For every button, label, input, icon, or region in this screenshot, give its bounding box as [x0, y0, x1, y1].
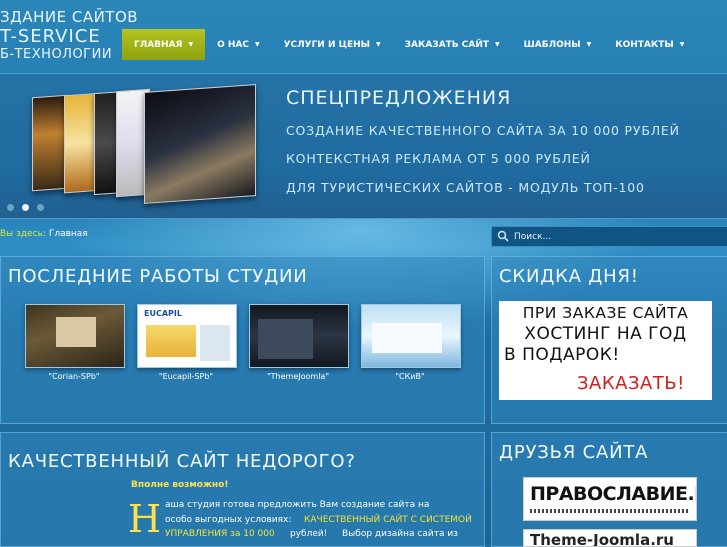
thumb-logo-text: EUCAPIL	[144, 309, 182, 318]
caret-down-icon: ▼	[254, 41, 260, 48]
main-nav: ГЛАВНАЯ ▼ О НАС ▼ УСЛУГИ И ЦЕНЫ ▼ ЗАКАЗАТЬ …	[122, 29, 696, 60]
logo-line-1: ЗДАНИЕ САЙТОВ	[0, 8, 139, 26]
slide-line: ДЛЯ ТУРИСТИЧЕСКИХ САЙТОВ - МОДУЛЬ ТОП-10…	[286, 180, 645, 195]
site-logo[interactable]: ЗДАНИЕ САЙТОВ T-SERVICE Б-ТЕХНОЛОГИИ	[0, 0, 138, 70]
discount-banner[interactable]: ПРИ ЗАКАЗЕ САЙТА ХОСТИНГ НА ГОД В ПОДАРО…	[499, 301, 712, 400]
friend-banner-pravoslavie[interactable]: ПРАВОСЛАВИЕ.RU	[523, 477, 697, 521]
banner-line: ПРИ ЗАКАЗЕ САЙТА	[522, 304, 689, 322]
caret-down-icon: ▼	[495, 41, 500, 48]
intro-text: особо выгодных условиях:	[165, 515, 292, 525]
caret-down-icon: ▼	[586, 41, 592, 48]
nav-item-templates[interactable]: ШАБЛОНЫ ▼	[512, 29, 604, 60]
intro-text: Выбор дизайна сайта из	[342, 529, 458, 539]
work-thumbnail-image[interactable]	[361, 304, 461, 368]
intro-text: аша студия готова предложить Вам создани…	[165, 500, 430, 510]
slider-dot[interactable]	[7, 204, 14, 211]
search-icon	[497, 230, 509, 242]
quality-subtitle: Вполне возможно!	[131, 480, 229, 490]
search-input[interactable]	[512, 228, 716, 245]
friend-banner-text: ПРАВОСЛАВИЕ.RU	[530, 483, 696, 505]
caret-down-icon: ▼	[376, 41, 381, 48]
work-caption[interactable]: "ThemeJoomla"	[243, 372, 353, 381]
breadcrumb-current: Главная	[48, 229, 88, 239]
order-link[interactable]: ЗАКАЗАТЬ!	[577, 373, 685, 394]
work-caption[interactable]: "СКиВ"	[355, 372, 465, 381]
slider-dot-active[interactable]	[22, 204, 29, 211]
thumb-content-image	[56, 317, 96, 347]
nav-item-services[interactable]: УСЛУГИ И ЦЕНЫ ▼	[272, 29, 393, 60]
nav-item-home[interactable]: ГЛАВНАЯ ▼	[122, 29, 206, 60]
intro-text: рублей!	[290, 529, 328, 539]
slide-line: КОНТЕКСТНАЯ РЕКЛАМА ОТ 5 000 РУБЛЕЙ	[286, 151, 591, 166]
nav-item-label: ШАБЛОНЫ	[523, 40, 581, 50]
nav-item-label: УСЛУГИ И ЦЕНЫ	[283, 40, 370, 50]
thumb-content-image	[146, 325, 196, 357]
thumb-content-image	[200, 325, 230, 361]
work-thumbnail-image[interactable]	[249, 304, 349, 368]
nav-item-about[interactable]: О НАС ▼	[205, 29, 272, 60]
logo-line-2: T-SERVICE	[0, 26, 101, 47]
nav-item-order[interactable]: ЗАКАЗАТЬ САЙТ ▼	[393, 29, 512, 60]
slide-screenshot-image	[144, 84, 256, 204]
friends-title: ДРУЗЬЯ САЙТА	[499, 442, 649, 463]
intro-highlight-link[interactable]: УПРАВЛЕНИЯ за 10 000	[165, 529, 275, 539]
work-caption[interactable]: "Corian-SPb"	[19, 372, 129, 381]
quality-title: КАЧЕСТВЕННЫЙ САЙТ НЕДОРОГО?	[8, 451, 356, 472]
caret-down-icon: ▼	[679, 41, 685, 48]
friend-banner-themejoomla[interactable]: Theme-Joomla.ru	[523, 529, 697, 547]
banner-line: В ПОДАРОК!	[504, 345, 620, 365]
nav-item-label: КОНТАКТЫ	[615, 40, 674, 50]
slider-dot[interactable]	[37, 204, 44, 211]
breadcrumb-prefix: Вы здесь:	[0, 229, 46, 239]
intro-highlight-link[interactable]: КАЧЕСТВЕННЫЙ САЙТ С СИСТЕМОЙ	[304, 515, 472, 525]
banner-line: ХОСТИНГ НА ГОД	[524, 324, 687, 344]
works-title: ПОСЛЕДНИЕ РАБОТЫ СТУДИИ	[8, 266, 308, 287]
discount-title: СКИДКА ДНЯ!	[499, 266, 639, 287]
nav-item-label: ЗАКАЗАТЬ САЙТ	[404, 40, 490, 50]
slide-screenshot-image	[32, 94, 68, 192]
search-box	[491, 226, 727, 247]
caret-down-icon: ▼	[188, 41, 194, 48]
thumb-content-image	[372, 323, 442, 353]
dropcap-letter: Н	[128, 497, 162, 541]
work-caption[interactable]: "Eucapil-SPb"	[131, 372, 241, 381]
promo-slider: СПЕЦПРЕДЛОЖЕНИЯ СОЗДАНИЕ КАЧЕСТВЕННОГО С…	[0, 73, 727, 219]
breadcrumb: Вы здесь: Главная	[0, 229, 88, 239]
thumb-content-image	[258, 319, 313, 359]
nav-item-contacts[interactable]: КОНТАКТЫ ▼	[603, 29, 696, 60]
work-thumbnail-image[interactable]: EUCAPIL	[137, 304, 237, 368]
slide-title: СПЕЦПРЕДЛОЖЕНИЯ	[286, 87, 512, 109]
work-thumbnail-image[interactable]	[25, 304, 125, 368]
nav-item-label: ГЛАВНАЯ	[134, 40, 183, 50]
logo-line-3: Б-ТЕХНОЛОГИИ	[0, 47, 113, 62]
friend-banner-strip	[530, 509, 690, 513]
slide-line: СОЗДАНИЕ КАЧЕСТВЕННОГО САЙТА ЗА 10 000 Р…	[286, 123, 680, 138]
nav-item-label: О НАС	[217, 40, 249, 50]
